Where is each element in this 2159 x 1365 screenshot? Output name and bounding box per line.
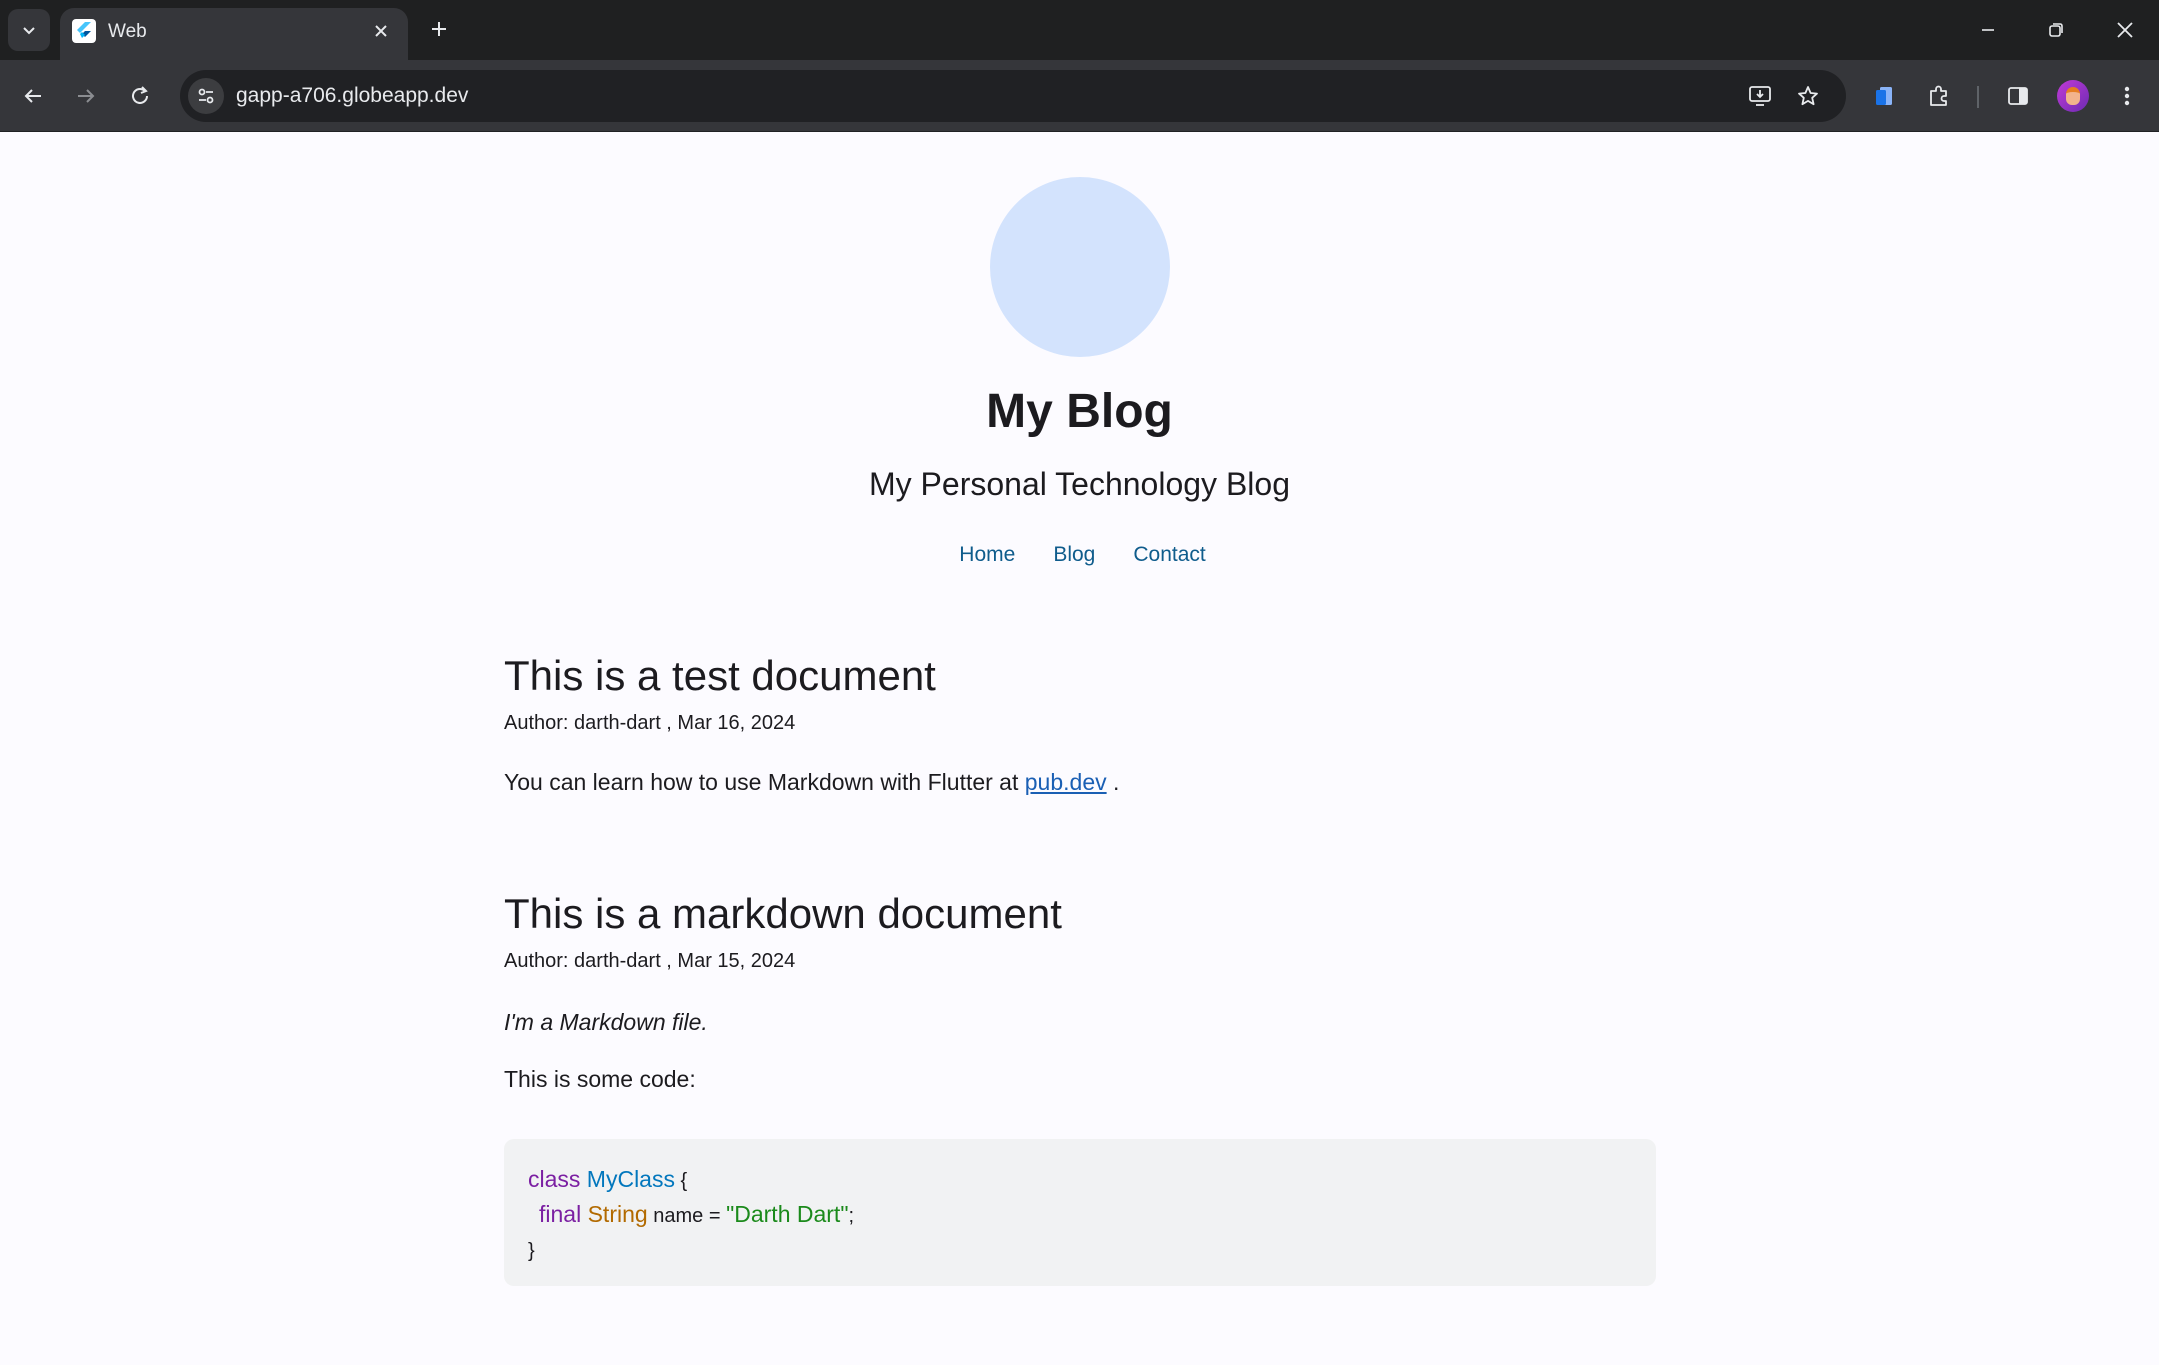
browser-tabbar: Web (0, 0, 2159, 60)
post-body: You can learn how to use Markdown with F… (504, 769, 1656, 796)
code-string: "Darth Dart" (726, 1201, 849, 1227)
plus-icon (432, 22, 446, 36)
toolbar-divider (1977, 86, 1979, 108)
menu-button[interactable] (2107, 76, 2147, 116)
puzzle-icon (1930, 85, 1947, 106)
post-body-text: You can learn how to use Markdown with F… (504, 769, 1025, 795)
tab-close-button[interactable] (368, 18, 394, 44)
code-field: name = (647, 1205, 727, 1227)
chevron-down-icon (23, 27, 35, 35)
address-bar[interactable]: gapp-a706.globeapp.dev (180, 70, 1846, 122)
post-italic-line: I'm a Markdown file. (504, 1009, 708, 1035)
post-line: This is some code: (504, 1066, 696, 1092)
post-card: This is a test document Author: darth-da… (504, 652, 1656, 796)
back-button[interactable] (13, 76, 53, 116)
post-meta: Author: darth-dart , Mar 15, 2024 (504, 950, 796, 972)
site-nav: Home Blog Contact (0, 543, 2159, 567)
restore-button[interactable] (2034, 8, 2078, 52)
pub-dev-link[interactable]: pub.dev (1025, 769, 1107, 795)
nav-contact-link[interactable]: Contact (1133, 543, 1205, 567)
code-line-1: class MyClass { (528, 1163, 1632, 1198)
restore-icon (2049, 23, 2063, 37)
arrow-right-icon (78, 89, 95, 103)
post-title[interactable]: This is a markdown document (504, 890, 1656, 938)
close-icon (375, 25, 387, 37)
post-meta: Author: darth-dart , Mar 16, 2024 (504, 712, 796, 734)
install-app-button[interactable] (1742, 78, 1778, 114)
document-extension-icon (1876, 87, 1892, 105)
extensions-button[interactable] (1919, 76, 1959, 116)
side-panel-icon (2008, 87, 2028, 105)
browser-tab[interactable]: Web (60, 8, 408, 60)
tab-search-button[interactable] (8, 9, 50, 51)
code-line-3: } (528, 1233, 1632, 1268)
post-card: This is a markdown document Author: dart… (504, 890, 1656, 1093)
close-icon (2117, 22, 2133, 38)
install-desktop-icon (1749, 86, 1771, 106)
more-vert-icon (2124, 86, 2130, 106)
code-class-name: MyClass (586, 1166, 675, 1192)
code-brace: { (674, 1170, 688, 1192)
site-subtitle: My Personal Technology Blog (869, 466, 1290, 502)
extension-button[interactable] (1864, 76, 1904, 116)
side-panel-button[interactable] (1998, 76, 2038, 116)
post-body-suffix: . (1106, 769, 1120, 795)
flutter-icon (72, 19, 96, 43)
post-title[interactable]: This is a test document (504, 652, 1656, 700)
code-line-2: final String name = "Darth Dart"; (528, 1198, 1632, 1233)
minimize-icon (1982, 29, 1994, 31)
forward-button[interactable] (66, 76, 106, 116)
code-block: class MyClass { final String name = "Dar… (504, 1139, 1656, 1286)
reload-icon (132, 86, 148, 104)
bookmark-button[interactable] (1790, 78, 1826, 114)
arrow-left-icon (24, 89, 41, 103)
code-semicolon: ; (848, 1205, 855, 1227)
code-keyword: final (539, 1201, 582, 1227)
close-window-button[interactable] (2103, 8, 2147, 52)
site-info-button[interactable] (188, 78, 224, 114)
site-title: My Blog (986, 385, 1173, 438)
url-text[interactable]: gapp-a706.globeapp.dev (236, 84, 468, 108)
tab-title: Web (108, 21, 147, 42)
hero-avatar-circle (990, 177, 1170, 357)
star-icon (1798, 86, 1818, 106)
minimize-button[interactable] (1966, 8, 2010, 52)
nav-home-link[interactable]: Home (959, 543, 1015, 567)
profile-avatar[interactable] (2057, 80, 2089, 112)
new-tab-button[interactable] (422, 12, 456, 46)
code-keyword: class (528, 1166, 581, 1192)
reload-button[interactable] (120, 76, 160, 116)
nav-blog-link[interactable]: Blog (1053, 543, 1095, 567)
avatar-face (2066, 87, 2080, 105)
code-brace: } (528, 1240, 535, 1262)
blog-page: My Blog My Personal Technology Blog Home… (0, 132, 2159, 1365)
tune-icon (198, 88, 214, 104)
browser-toolbar: gapp-a706.globeapp.dev (0, 60, 2159, 132)
code-type: String (587, 1201, 648, 1227)
